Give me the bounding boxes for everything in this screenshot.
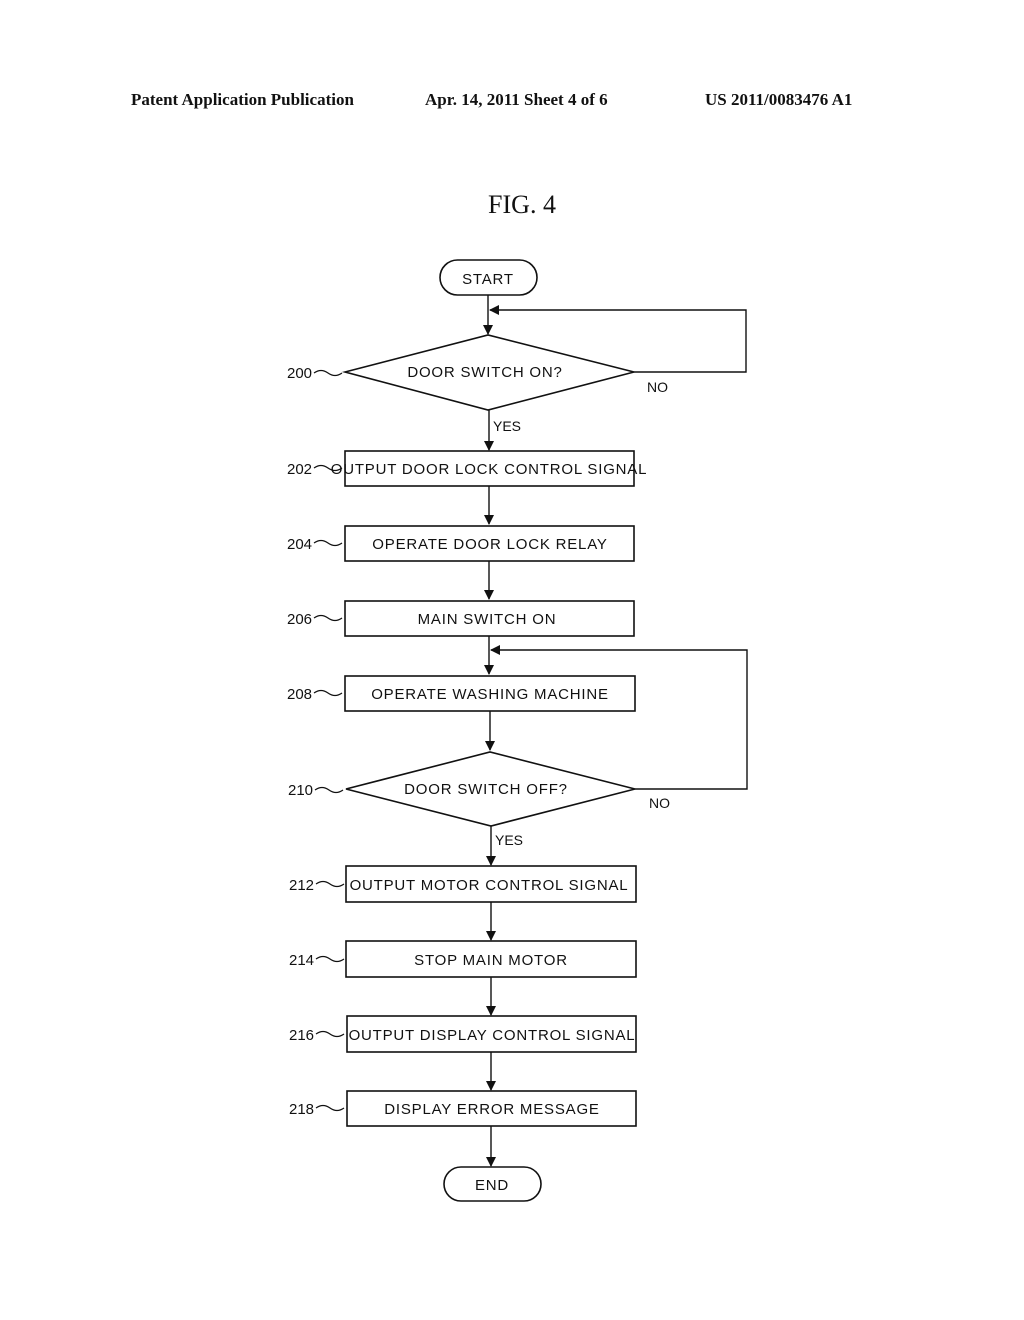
process-214-text: STOP MAIN MOTOR [414,952,568,969]
leader-204 [313,539,343,547]
process-208-text: OPERATE WASHING MACHINE [371,686,609,703]
decision-210-text: DOOR SWITCH OFF? [404,781,568,798]
process-212-text: OUTPUT MOTOR CONTROL SIGNAL [350,877,629,894]
process-204-text: OPERATE DOOR LOCK RELAY [372,536,607,553]
leader-200 [313,369,343,377]
process-206: MAIN SWITCH ON 206 [287,600,635,637]
decision-200: DOOR SWITCH ON? 200 NO YES [287,334,668,434]
ref-200: 200 [287,365,312,382]
process-212: OUTPUT MOTOR CONTROL SIGNAL 212 [289,865,637,903]
process-216-text: OUTPUT DISPLAY CONTROL SIGNAL [349,1027,636,1044]
start-terminal: START [439,259,538,296]
decision-210-yes: YES [495,832,523,848]
leader-216 [315,1030,345,1038]
process-206-text: MAIN SWITCH ON [418,611,557,628]
leader-206 [313,614,343,622]
leader-218 [315,1104,345,1112]
process-214: STOP MAIN MOTOR 214 [289,940,637,978]
process-204: OPERATE DOOR LOCK RELAY 204 [287,525,635,562]
decision-200-yes: YES [493,418,521,434]
start-label: START [462,271,514,288]
end-terminal: END [443,1166,542,1202]
flowchart: START DOOR SWITCH ON? 200 NO YES OUTPUT … [287,259,748,1202]
ref-218: 218 [289,1101,314,1118]
decision-210: DOOR SWITCH OFF? 210 NO YES [288,751,670,848]
process-208: OPERATE WASHING MACHINE 208 [287,675,636,712]
leader-208 [313,689,343,697]
ref-212: 212 [289,877,314,894]
ref-216: 216 [289,1027,314,1044]
ref-206: 206 [287,611,312,628]
process-202-text: OUTPUT DOOR LOCK CONTROL SIGNAL [331,461,648,478]
decision-200-no: NO [647,379,668,395]
leader-212 [315,880,345,888]
leader-214 [315,955,345,963]
process-218-text: DISPLAY ERROR MESSAGE [384,1101,599,1118]
decision-210-no: NO [649,795,670,811]
ref-204: 204 [287,536,312,553]
ref-214: 214 [289,952,314,969]
process-216: OUTPUT DISPLAY CONTROL SIGNAL 216 [289,1015,637,1053]
leader-210 [314,786,344,794]
process-202: OUTPUT DOOR LOCK CONTROL SIGNAL 202 [287,450,648,487]
ref-208: 208 [287,686,312,703]
decision-200-text: DOOR SWITCH ON? [407,364,562,381]
process-218: DISPLAY ERROR MESSAGE 218 [289,1090,637,1127]
ref-202: 202 [287,461,312,478]
end-label: END [475,1177,509,1194]
ref-210: 210 [288,782,313,799]
